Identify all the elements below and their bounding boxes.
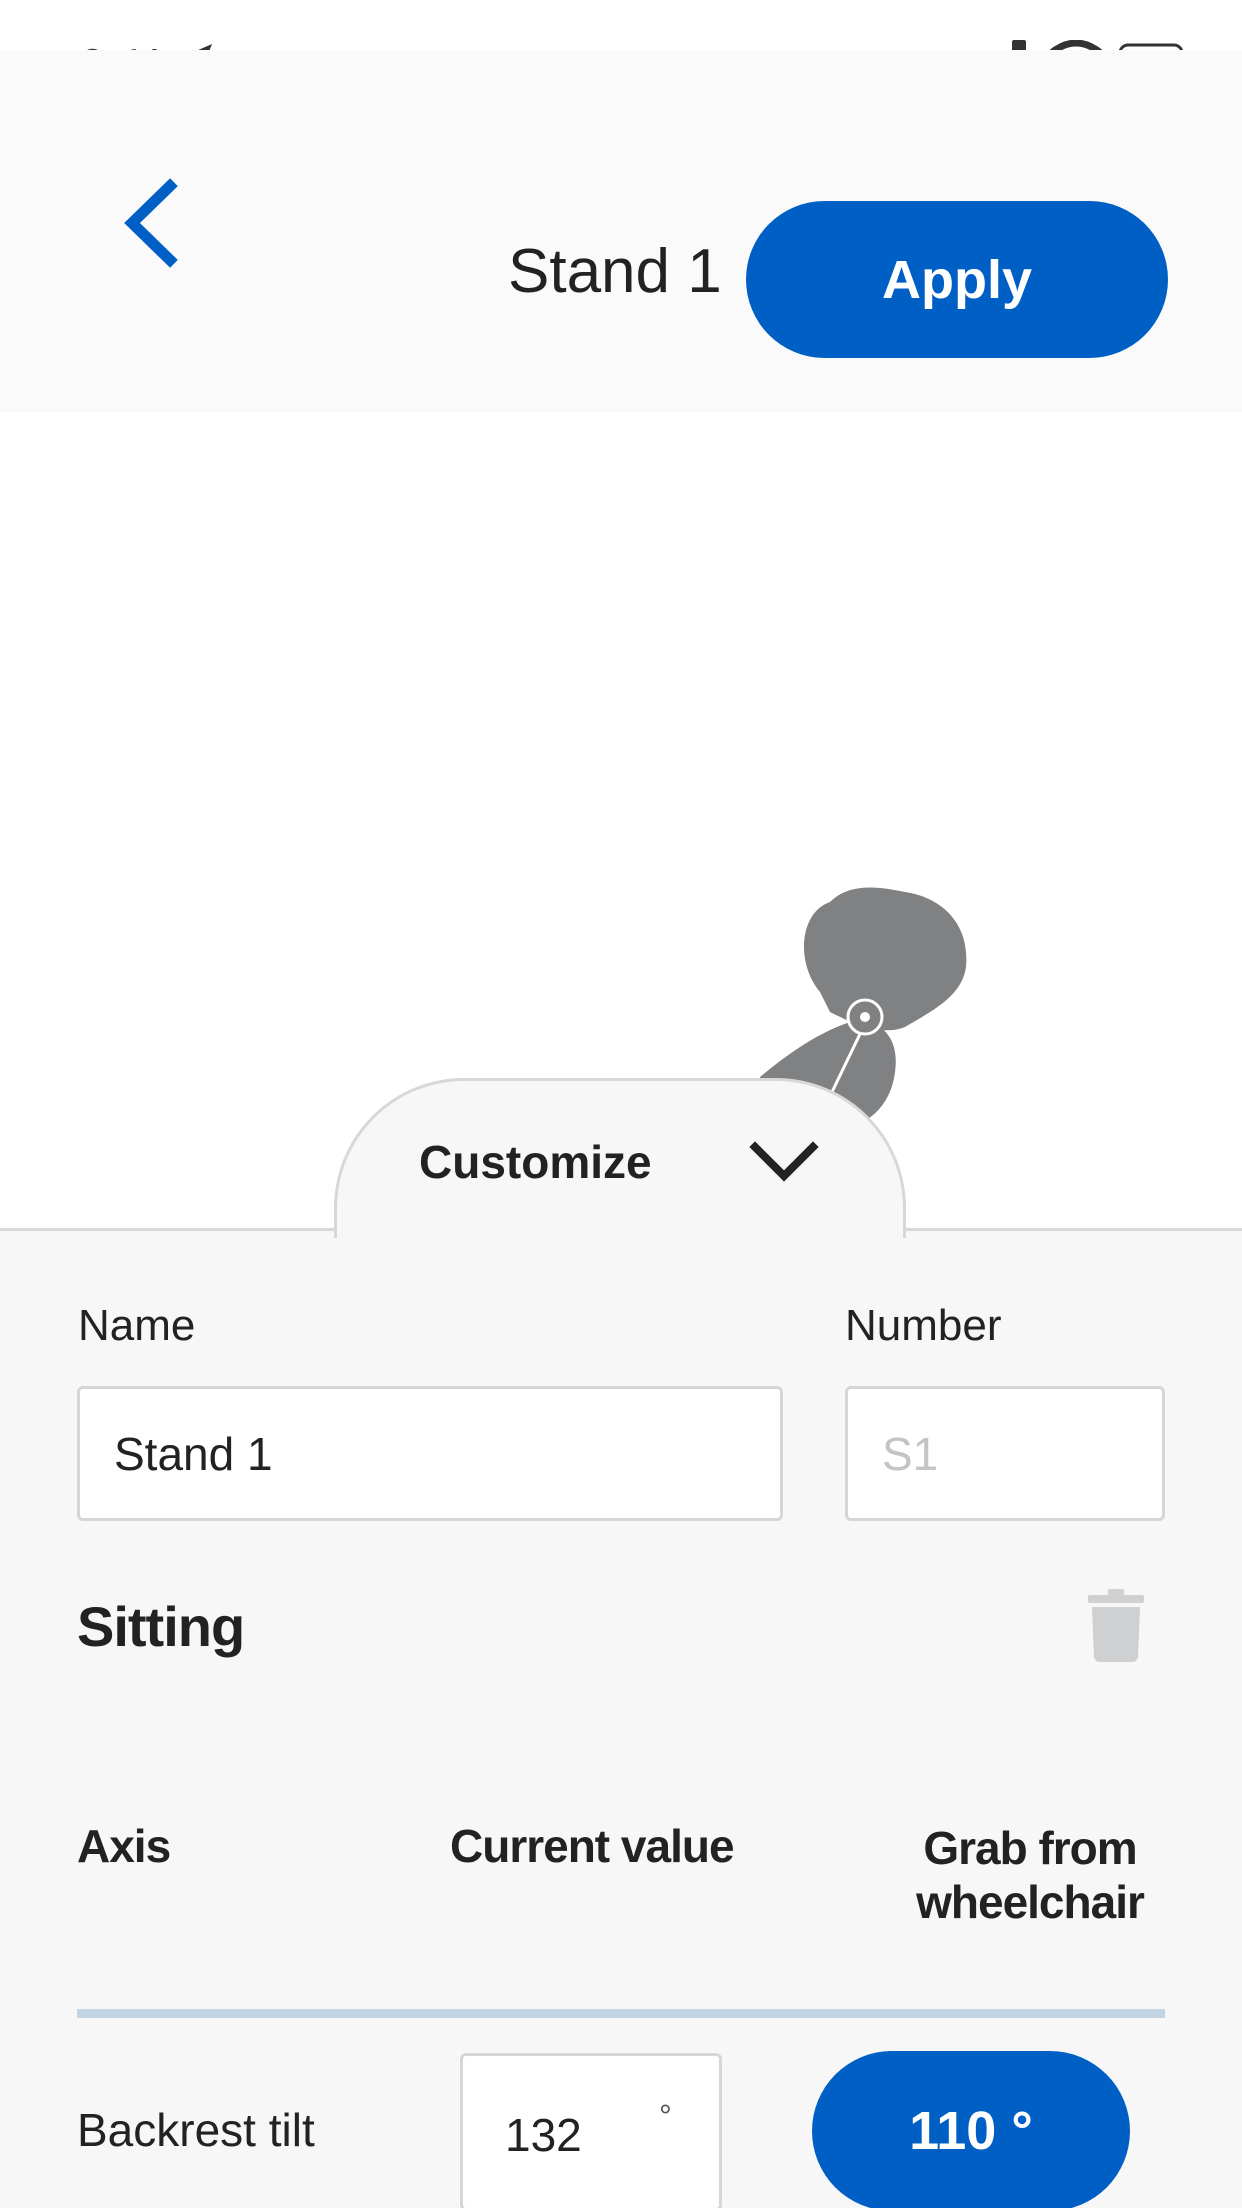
customize-panel: Name Number Sitting Axis Current value G…	[0, 1228, 1242, 2208]
name-label: Name	[78, 1301, 196, 1350]
header: Stand 1 Apply	[0, 50, 1242, 412]
grab-value-button[interactable]: 110 °	[812, 2051, 1130, 2208]
trash-icon[interactable]	[1086, 1589, 1146, 1663]
page-title: Stand 1	[508, 237, 722, 306]
number-input[interactable]	[845, 1386, 1165, 1521]
name-input[interactable]	[77, 1386, 783, 1521]
current-value-text: 132	[505, 2109, 582, 2161]
chevron-down-icon	[749, 1141, 819, 1182]
column-header-axis: Axis	[77, 1820, 171, 1872]
column-header-grab: Grab from wheelchair	[916, 1822, 1145, 1928]
status-bar: 9:41	[0, 0, 1242, 91]
section-title: Sitting	[77, 1595, 245, 1658]
apply-button[interactable]: Apply	[746, 201, 1168, 358]
customize-label: Customize	[419, 1136, 652, 1188]
chevron-left-icon[interactable]	[118, 178, 182, 268]
current-value-field[interactable]: 132 °	[460, 2053, 722, 2208]
number-label: Number	[845, 1301, 1002, 1350]
degree-unit: °	[659, 2098, 672, 2134]
column-header-current-value: Current value	[450, 1820, 735, 1872]
row-axis-label: Backrest tilt	[77, 2104, 315, 2156]
customize-tab[interactable]: Customize	[334, 1078, 906, 1238]
table-divider	[77, 2009, 1165, 2018]
